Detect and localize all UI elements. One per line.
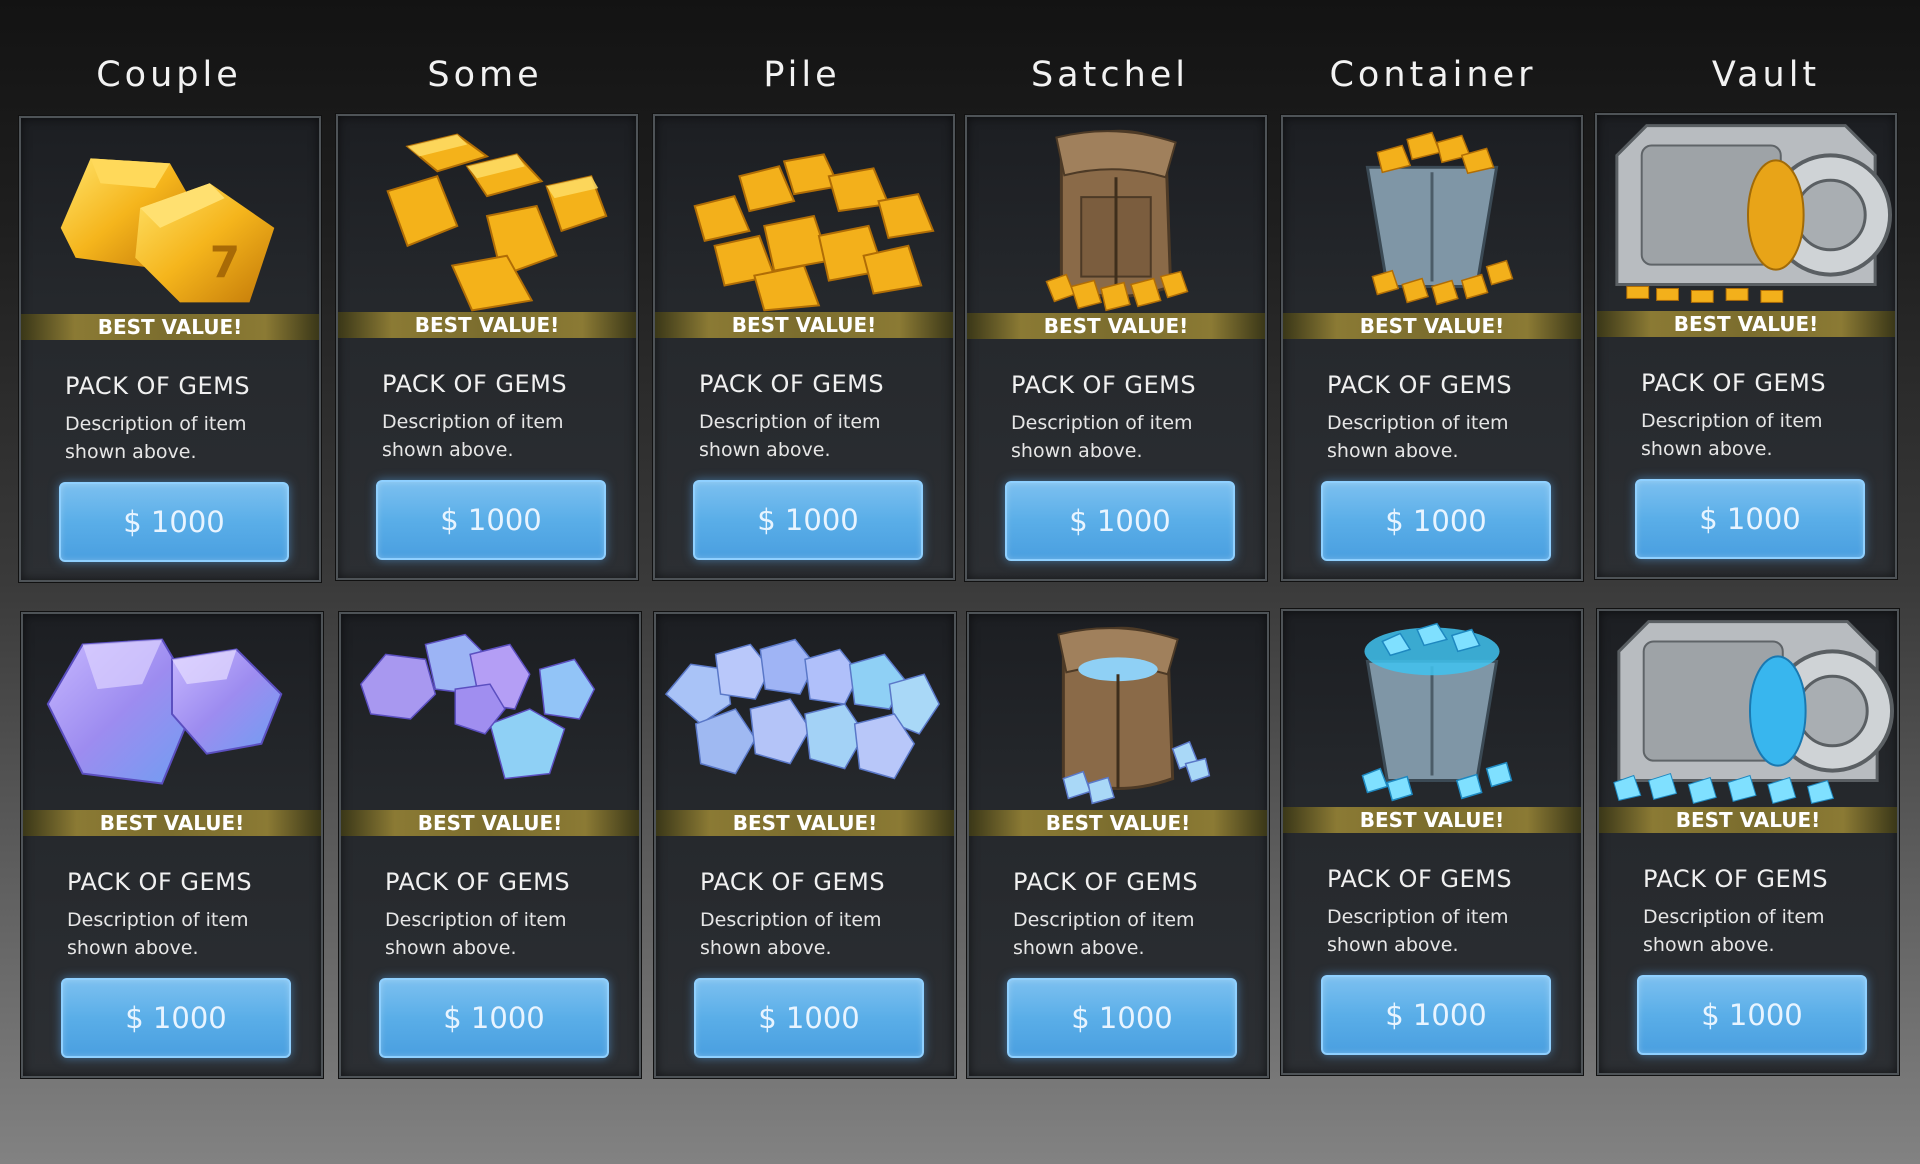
shop-card-gold-vault[interactable]: BEST VALUE! PACK OF GEMS Description of … (1595, 113, 1897, 579)
column-title-container: Container (1329, 55, 1537, 95)
gold-vault-icon (1597, 115, 1895, 311)
buy-button[interactable]: $ 1000 (693, 480, 923, 560)
shop-card-gold-container[interactable]: BEST VALUE! PACK OF GEMS Description of … (1281, 115, 1583, 581)
svg-text:7: 7 (210, 238, 240, 289)
buy-button[interactable]: $ 1000 (1637, 975, 1867, 1055)
buy-button[interactable]: $ 1000 (376, 480, 606, 560)
item-description: Description of item shown above. (1013, 909, 1195, 959)
item-description: Description of item shown above. (700, 909, 882, 959)
item-description: Description of item shown above. (1327, 412, 1509, 462)
gold-container-icon (1283, 117, 1581, 313)
buy-button[interactable]: $ 1000 (1005, 481, 1235, 561)
shop-card-crystal-satchel[interactable]: BEST VALUE! PACK OF GEMS Description of … (967, 612, 1269, 1078)
crystal-pile-icon (656, 614, 954, 810)
item-description: Description of item shown above. (1327, 906, 1509, 956)
item-description: Description of item shown above. (1641, 410, 1823, 460)
crystal-some-icon (341, 614, 639, 810)
best-value-badge: BEST VALUE! (656, 810, 954, 836)
buy-button[interactable]: $ 1000 (1635, 479, 1865, 559)
item-description: Description of item shown above. (382, 411, 564, 461)
gold-satchel-icon (967, 117, 1265, 313)
best-value-badge: BEST VALUE! (1597, 311, 1895, 337)
buy-button[interactable]: $ 1000 (61, 978, 291, 1058)
shop-card-crystal-pile[interactable]: BEST VALUE! PACK OF GEMS Description of … (654, 612, 956, 1078)
buy-button[interactable]: $ 1000 (1321, 975, 1551, 1055)
shop-card-crystal-vault[interactable]: BEST VALUE! PACK OF GEMS Description of … (1597, 609, 1899, 1075)
item-title: PACK OF GEMS (700, 868, 886, 896)
best-value-badge: BEST VALUE! (967, 313, 1265, 339)
item-title: PACK OF GEMS (1641, 369, 1827, 397)
item-description: Description of item shown above. (699, 411, 881, 461)
best-value-badge: BEST VALUE! (1283, 807, 1581, 833)
item-title: PACK OF GEMS (1011, 371, 1197, 399)
item-description: Description of item shown above. (1011, 412, 1193, 462)
column-title-vault: Vault (1711, 55, 1821, 95)
item-title: PACK OF GEMS (699, 370, 885, 398)
buy-button[interactable]: $ 1000 (59, 482, 289, 562)
buy-button[interactable]: $ 1000 (379, 978, 609, 1058)
item-title: PACK OF GEMS (67, 868, 253, 896)
best-value-badge: BEST VALUE! (23, 810, 321, 836)
shop-card-crystal-some[interactable]: BEST VALUE! PACK OF GEMS Description of … (339, 612, 641, 1078)
column-title-pile: Pile (763, 55, 841, 95)
best-value-badge: BEST VALUE! (969, 810, 1267, 836)
item-title: PACK OF GEMS (385, 868, 571, 896)
crystal-vault-icon (1599, 611, 1897, 807)
best-value-badge: BEST VALUE! (1283, 313, 1581, 339)
best-value-badge: BEST VALUE! (21, 314, 319, 340)
best-value-badge: BEST VALUE! (655, 312, 953, 338)
column-title-some: Some (427, 55, 543, 95)
shop-card-gold-some[interactable]: BEST VALUE! PACK OF GEMS Description of … (336, 114, 638, 580)
shop-card-crystal-couple[interactable]: BEST VALUE! PACK OF GEMS Description of … (21, 612, 323, 1078)
item-description: Description of item shown above. (67, 909, 249, 959)
item-title: PACK OF GEMS (382, 370, 568, 398)
crystal-satchel-icon (969, 614, 1267, 810)
item-title: PACK OF GEMS (1643, 865, 1829, 893)
shop-card-gold-couple[interactable]: 7 BEST VALUE! PACK OF GEMS Description o… (19, 116, 321, 582)
shop-card-gold-satchel[interactable]: BEST VALUE! PACK OF GEMS Description of … (965, 115, 1267, 581)
best-value-badge: BEST VALUE! (341, 810, 639, 836)
best-value-badge: BEST VALUE! (338, 312, 636, 338)
item-title: PACK OF GEMS (65, 372, 251, 400)
item-description: Description of item shown above. (1643, 906, 1825, 956)
best-value-badge: BEST VALUE! (1599, 807, 1897, 833)
crystal-couple-icon (23, 614, 321, 810)
item-title: PACK OF GEMS (1327, 865, 1513, 893)
buy-button[interactable]: $ 1000 (1007, 978, 1237, 1058)
gold-bars-couple-icon: 7 (21, 118, 319, 314)
column-title-couple: Couple (96, 55, 242, 95)
shop-card-gold-pile[interactable]: BEST VALUE! PACK OF GEMS Description of … (653, 114, 955, 580)
item-title: PACK OF GEMS (1327, 371, 1513, 399)
item-description: Description of item shown above. (65, 413, 247, 463)
buy-button[interactable]: $ 1000 (694, 978, 924, 1058)
item-title: PACK OF GEMS (1013, 868, 1199, 896)
column-title-satchel: Satchel (1030, 55, 1190, 95)
gold-bars-some-icon (338, 116, 636, 312)
buy-button[interactable]: $ 1000 (1321, 481, 1551, 561)
item-description: Description of item shown above. (385, 909, 567, 959)
crystal-container-icon (1283, 611, 1581, 807)
shop-card-crystal-container[interactable]: BEST VALUE! PACK OF GEMS Description of … (1281, 609, 1583, 1075)
gold-bars-pile-icon (655, 116, 953, 312)
